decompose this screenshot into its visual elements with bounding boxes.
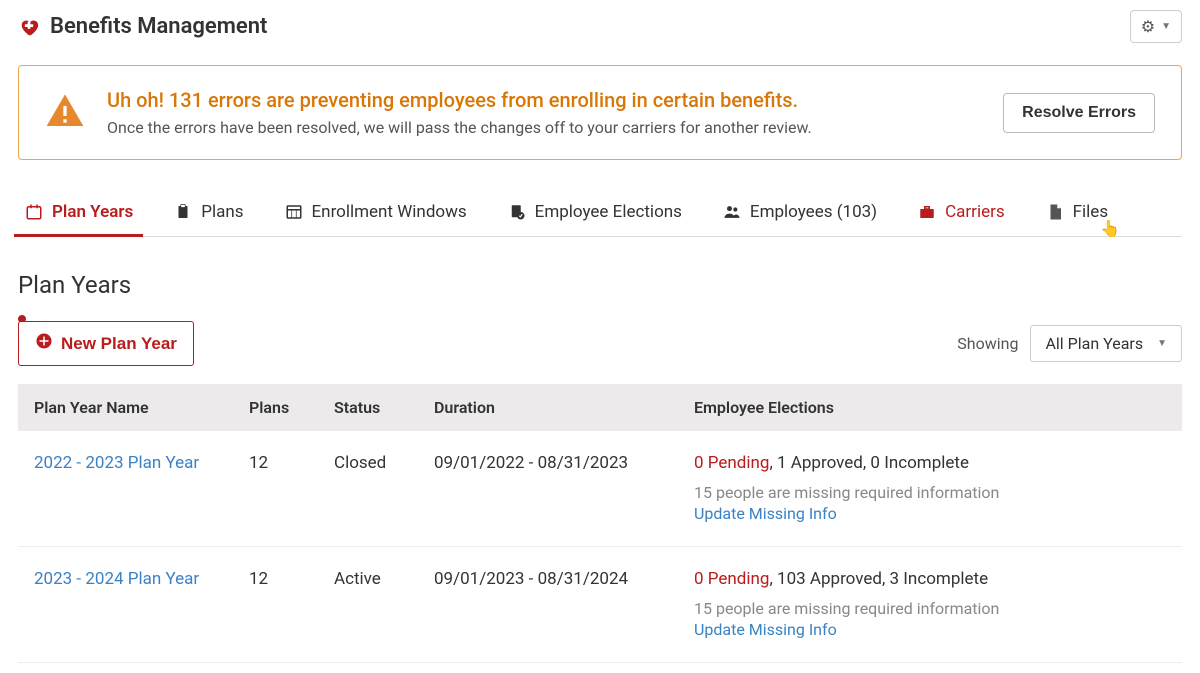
page-title-wrap: Benefits Management [18, 14, 267, 39]
tab-label: Enrollment Windows [312, 202, 467, 222]
error-alert: Uh oh! 131 errors are preventing employe… [18, 65, 1182, 160]
plan-years-table: Plan Year Name Plans Status Duration Emp… [18, 384, 1182, 663]
elections-summary: 0 Pending, 1 Approved, 0 Incomplete [694, 453, 1166, 473]
settings-dropdown-button[interactable]: ⚙ ▼ [1130, 10, 1182, 43]
tab-enrollment-windows[interactable]: Enrollment Windows [282, 192, 469, 236]
filter-selected-value: All Plan Years [1045, 334, 1143, 353]
calendar-grid-icon [284, 202, 304, 222]
caret-down-icon: ▼ [1161, 21, 1171, 32]
briefcase-icon [917, 202, 937, 222]
section-title: Plan Years [18, 271, 1182, 299]
alert-subtitle: Once the errors have been resolved, we w… [107, 118, 981, 137]
file-icon [1045, 202, 1065, 222]
filter-select[interactable]: All Plan Years ▼ [1030, 325, 1182, 362]
plans-cell: 12 [233, 547, 318, 663]
table-row: 2023 - 2024 Plan Year 12 Active 09/01/20… [18, 547, 1182, 663]
plan-year-link[interactable]: 2023 - 2024 Plan Year [34, 569, 199, 589]
plan-year-link[interactable]: 2022 - 2023 Plan Year [34, 453, 199, 473]
calendar-icon [24, 202, 44, 222]
pending-count: 0 Pending [694, 453, 769, 473]
page-title: Benefits Management [50, 14, 267, 39]
col-duration: Duration [418, 384, 678, 431]
tab-plan-years[interactable]: Plan Years [22, 192, 135, 236]
tabs-bar: Plan Years Plans Enrollment Windows Empl… [18, 192, 1182, 237]
tab-carriers[interactable]: Carriers [915, 192, 1007, 236]
tab-label: Carriers [945, 202, 1005, 222]
new-button-label: New Plan Year [61, 334, 177, 354]
showing-label: Showing [957, 334, 1018, 353]
gear-icon: ⚙ [1141, 17, 1155, 36]
elections-summary: 0 Pending, 103 Approved, 3 Incomplete [694, 569, 1166, 589]
alert-title: Uh oh! 131 errors are preventing employe… [107, 88, 981, 112]
caret-down-icon: ▼ [1157, 338, 1167, 349]
tab-files[interactable]: Files [1043, 192, 1110, 236]
update-missing-info-link[interactable]: Update Missing Info [694, 620, 837, 639]
tab-label: Employees (103) [750, 202, 877, 222]
tab-employee-elections[interactable]: Employee Elections [505, 192, 684, 236]
heart-plus-icon [18, 16, 40, 38]
tab-label: Files [1073, 202, 1108, 222]
col-name: Plan Year Name [18, 384, 233, 431]
plans-cell: 12 [233, 431, 318, 547]
warning-icon [45, 91, 85, 135]
table-row: 2022 - 2023 Plan Year 12 Closed 09/01/20… [18, 431, 1182, 547]
col-plans: Plans [233, 384, 318, 431]
tab-employees[interactable]: Employees (103) [720, 192, 879, 236]
status-cell: Closed [318, 431, 418, 547]
status-cell: Active [318, 547, 418, 663]
tab-plans[interactable]: Plans [171, 192, 245, 236]
new-plan-year-button[interactable]: New Plan Year [18, 321, 194, 366]
missing-info-text: 15 people are missing required informati… [694, 483, 1166, 502]
resolve-errors-button[interactable]: Resolve Errors [1003, 93, 1155, 133]
missing-info-text: 15 people are missing required informati… [694, 599, 1166, 618]
duration-cell: 09/01/2023 - 08/31/2024 [418, 547, 678, 663]
duration-cell: 09/01/2022 - 08/31/2023 [418, 431, 678, 547]
clipboard-icon [173, 202, 193, 222]
col-elections: Employee Elections [678, 384, 1182, 431]
approved-incomplete: , 103 Approved, 3 Incomplete [769, 569, 988, 589]
people-icon [722, 202, 742, 222]
col-status: Status [318, 384, 418, 431]
tab-label: Employee Elections [535, 202, 682, 222]
tab-label: Plans [201, 202, 243, 222]
tab-label: Plan Years [52, 202, 133, 222]
pending-count: 0 Pending [694, 569, 769, 589]
approved-incomplete: , 1 Approved, 0 Incomplete [769, 453, 969, 473]
update-missing-info-link[interactable]: Update Missing Info [694, 504, 837, 523]
clipboard-check-icon [507, 202, 527, 222]
plus-circle-icon [35, 332, 53, 355]
